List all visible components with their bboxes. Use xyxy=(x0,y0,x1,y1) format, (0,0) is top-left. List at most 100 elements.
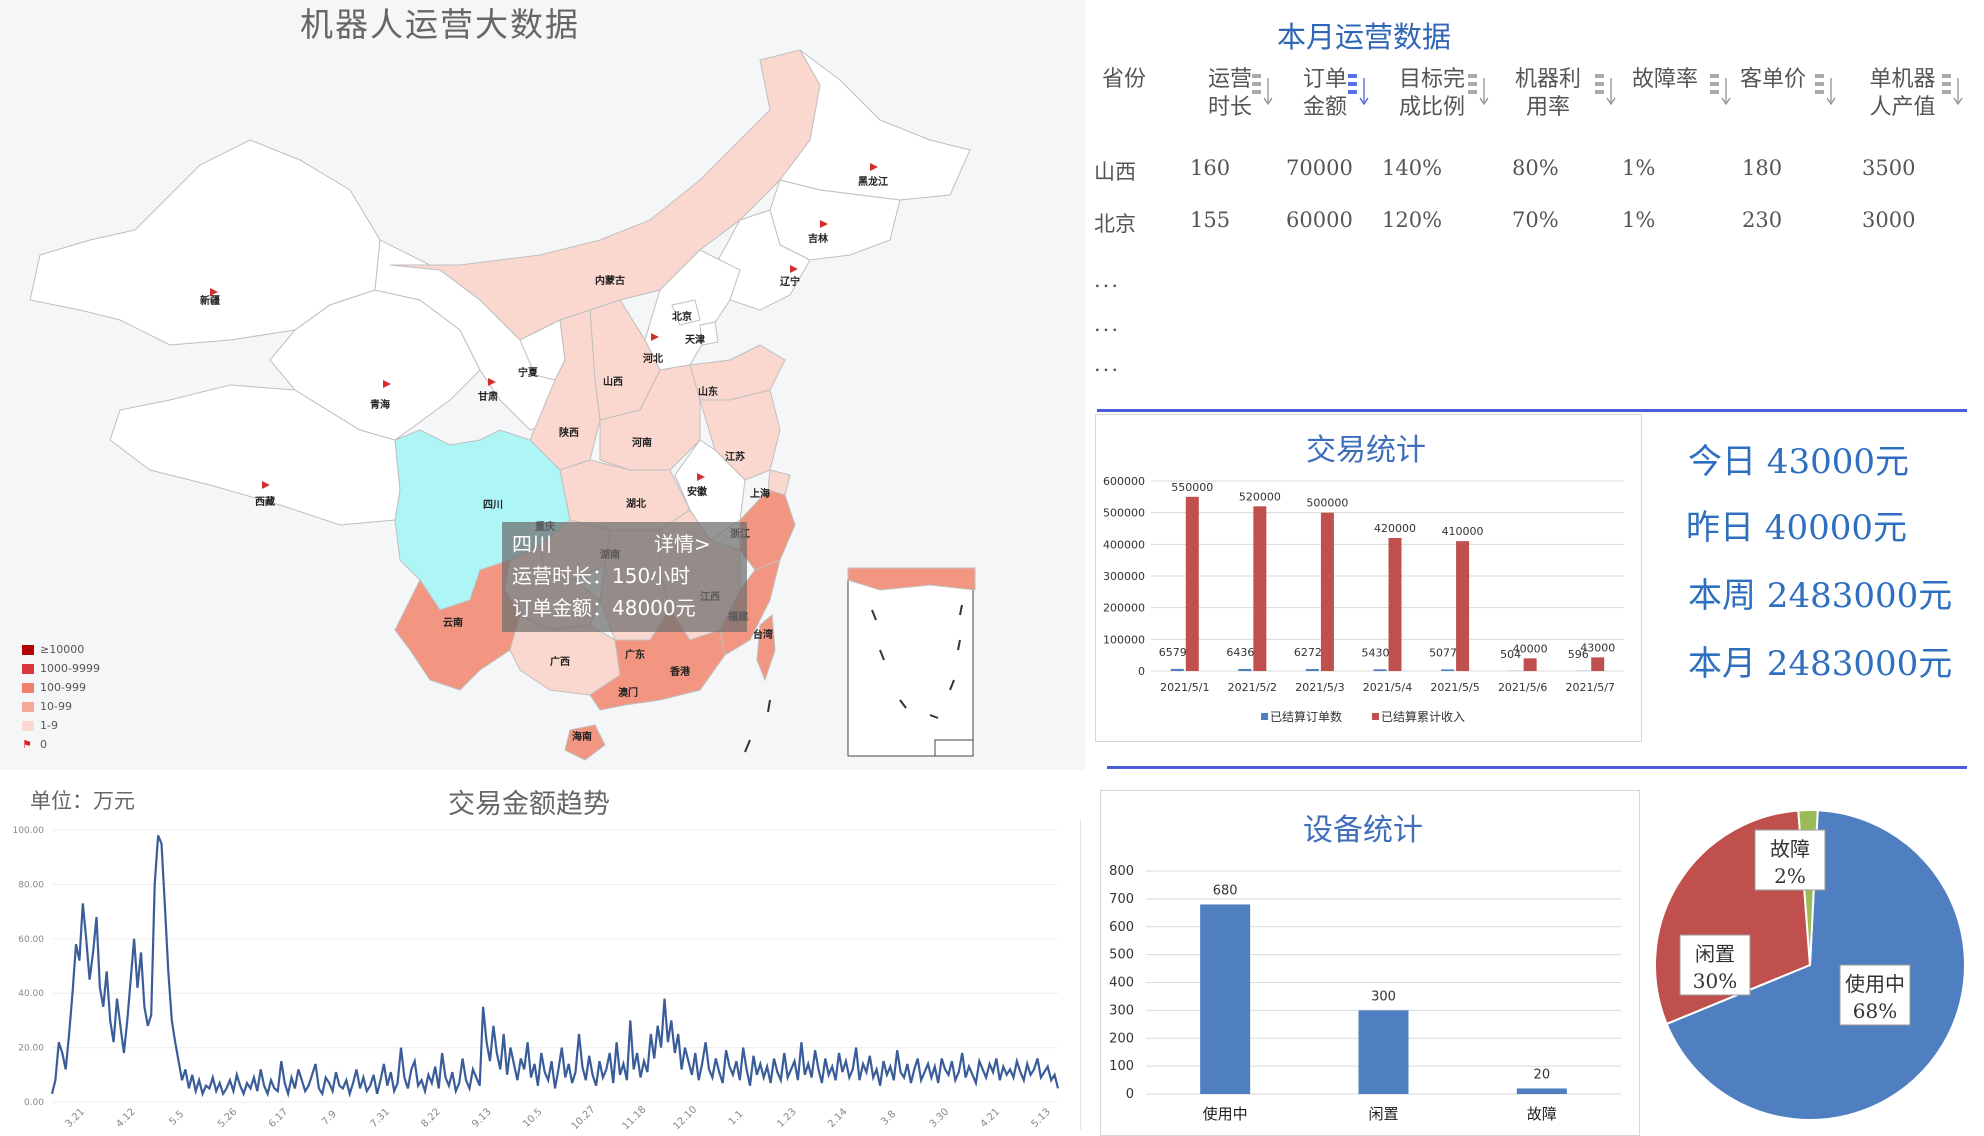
province-hubei[interactable] xyxy=(560,460,690,530)
south-sea-inset xyxy=(848,568,973,756)
y-tick-label: 500000 xyxy=(1103,507,1145,520)
y-tick-label: 0 xyxy=(1138,665,1145,678)
divider-top xyxy=(1097,409,1967,412)
x-tick-label: 8.22 xyxy=(419,1106,443,1130)
label-hongkong: 香港 xyxy=(670,665,691,678)
label-inner-mongolia: 内蒙古 xyxy=(595,274,625,287)
label-xinjiang: 新疆 xyxy=(200,294,220,307)
data-label-orders: 6272 xyxy=(1294,646,1322,659)
flag-icon: ⚑ xyxy=(22,738,34,751)
legend-item[interactable]: 10-99 xyxy=(22,697,100,716)
x-tick-label: 7.31 xyxy=(369,1106,393,1130)
pie-label-value: 68% xyxy=(1853,999,1897,1023)
legend-label: 1000-9999 xyxy=(40,662,100,675)
bar-income xyxy=(1186,497,1199,671)
x-tick-label: 10.5 xyxy=(521,1106,545,1130)
label-yunnan: 云南 xyxy=(443,616,463,629)
label-sichuan: 四川 xyxy=(483,499,503,511)
data-label: 300 xyxy=(1371,989,1396,1004)
legend-label-orders: 已结算订单数 xyxy=(1270,709,1342,724)
trade-bar-chart[interactable]: 0100000200000300000400000500000600000657… xyxy=(1096,415,1641,741)
bar-income xyxy=(1591,657,1604,671)
cell-output: 3500 xyxy=(1862,156,1915,180)
y-tick-label: 40.00 xyxy=(18,989,44,999)
cell-province: 北京 xyxy=(1094,208,1136,238)
label-shaanxi: 陕西 xyxy=(559,426,579,439)
data-label-orders: 5077 xyxy=(1429,646,1457,659)
tooltip-header: 四川 详情> xyxy=(512,528,737,560)
x-tick-label: 2021/5/6 xyxy=(1498,681,1547,694)
label-liaoning: 辽宁 xyxy=(780,275,800,288)
device-bar-chart[interactable]: 0100200300400500600700800680使用中300闲置20故障 xyxy=(1101,791,1639,1135)
pie-label-name: 闲置 xyxy=(1695,942,1735,966)
device-pie-chart[interactable]: 使用中68%闲置30%故障2% xyxy=(1645,800,1975,1130)
legend-item[interactable]: ⚑0 xyxy=(22,735,100,754)
tooltip-detail-link[interactable]: 详情> xyxy=(654,528,711,560)
y-tick-label: 700 xyxy=(1109,892,1134,907)
map-legend: ≥10000 1000-9999 100-999 10-99 1-9 ⚑0 xyxy=(22,640,100,754)
legend-item[interactable]: 1-9 xyxy=(22,716,100,735)
x-tick-label: 1.1 xyxy=(727,1109,746,1128)
data-label-income: 520000 xyxy=(1239,490,1281,503)
cell-target-ratio: 140% xyxy=(1382,156,1442,180)
label-hubei: 湖北 xyxy=(626,497,646,510)
table-row[interactable]: 北京 155 60000 120% 70% 1% 230 3000 xyxy=(1094,208,1974,260)
legend-item[interactable]: 1000-9999 xyxy=(22,659,100,678)
label-taiwan: 台湾 xyxy=(753,628,773,641)
x-tick-label: 使用中 xyxy=(1203,1105,1248,1123)
china-map[interactable]: 黑龙江 吉林 辽宁 内蒙古 北京 天津 河北 山西 宁夏 甘肃 青海 新疆 西藏… xyxy=(0,0,1085,770)
ops-table-body: 山西 160 70000 140% 80% 1% 180 3500 北京 155… xyxy=(1094,156,1974,376)
y-tick-label: 200000 xyxy=(1103,602,1145,615)
legend-item[interactable]: ≥10000 xyxy=(22,640,100,659)
bar-income xyxy=(1389,538,1402,671)
province-taiwan[interactable] xyxy=(757,615,775,680)
legend-item[interactable]: 100-999 xyxy=(22,678,100,697)
y-tick-label: 600000 xyxy=(1103,475,1145,488)
table-ellipsis: ... xyxy=(1094,268,1974,312)
table-ellipsis: ... xyxy=(1094,352,1974,376)
label-macau: 澳门 xyxy=(618,686,638,699)
stat-today: 今日 43000元 xyxy=(1688,434,1909,483)
ops-table-header: 省份 运营时长 订单金额 目标完成比例 机器利用率 故障率 客单价 单机器人产值 xyxy=(1090,66,1970,126)
cell-target-ratio: 120% xyxy=(1382,208,1442,232)
trend-divider xyxy=(1080,820,1081,1130)
label-hainan: 海南 xyxy=(572,730,592,743)
x-tick-label: 4.12 xyxy=(114,1106,138,1130)
bar-orders xyxy=(1374,669,1387,671)
cell-unit-price: 180 xyxy=(1742,156,1782,180)
x-tick-label: 4.21 xyxy=(979,1106,1003,1130)
data-label-orders: 6579 xyxy=(1159,646,1187,659)
x-tick-label: 闲置 xyxy=(1368,1105,1398,1123)
table-row[interactable]: 山西 160 70000 140% 80% 1% 180 3500 xyxy=(1094,156,1974,208)
x-tick-label: 3.30 xyxy=(928,1106,952,1130)
x-tick-label: 故障 xyxy=(1527,1105,1557,1123)
label-gansu: 甘肃 xyxy=(478,390,498,403)
x-tick-label: 5.26 xyxy=(216,1106,240,1130)
label-jiangsu: 江苏 xyxy=(725,450,745,463)
label-guangdong: 广东 xyxy=(625,648,645,661)
map-tooltip: 四川 详情> 运营时长：150小时 订单金额：48000元 xyxy=(502,522,747,632)
divider-middle xyxy=(1107,766,1967,769)
south-sea-inset-label-box xyxy=(935,740,973,756)
cell-hours: 155 xyxy=(1190,208,1230,232)
x-tick-label: 11.18 xyxy=(620,1104,648,1132)
data-label: 680 xyxy=(1213,883,1238,898)
label-guangxi: 广西 xyxy=(550,655,570,668)
bar-orders xyxy=(1171,669,1184,671)
data-label-orders: 5430 xyxy=(1362,646,1390,659)
data-label-income: 43000 xyxy=(1580,641,1615,654)
x-tick-label: 2021/5/1 xyxy=(1160,681,1209,694)
data-label-income: 500000 xyxy=(1306,497,1348,510)
x-tick-label: 6.17 xyxy=(267,1106,291,1130)
device-chart-box: 设备统计 0100200300400500600700800680使用中300闲… xyxy=(1100,790,1640,1136)
trend-line-chart[interactable]: 0.0020.0040.0060.0080.00100.003.214.125.… xyxy=(0,812,1070,1132)
data-label-orders: 6436 xyxy=(1226,646,1254,659)
bar-orders xyxy=(1238,669,1251,671)
stat-month: 本月 2483000元 xyxy=(1688,636,1952,685)
legend-label: ≥10000 xyxy=(40,643,84,656)
y-tick-label: 300 xyxy=(1109,1003,1134,1018)
bar-income xyxy=(1456,541,1469,671)
y-tick-label: 100.00 xyxy=(13,826,45,836)
data-label-income: 410000 xyxy=(1442,525,1484,538)
label-hebei: 河北 xyxy=(643,352,663,365)
